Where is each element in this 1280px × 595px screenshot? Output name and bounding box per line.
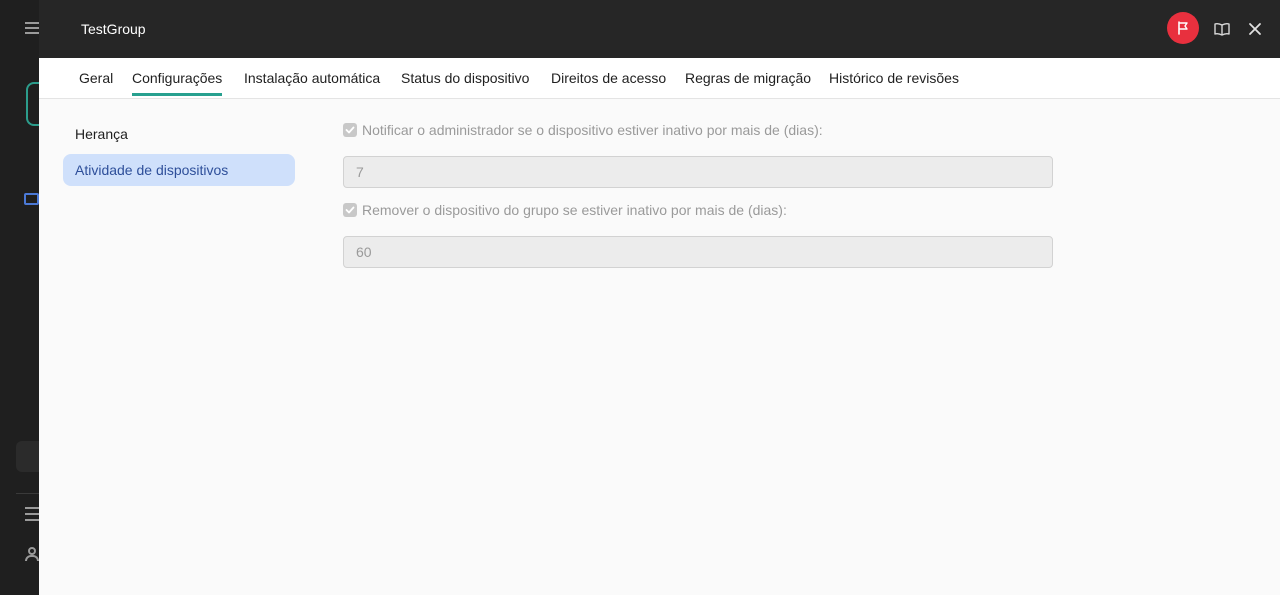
sliders-icon xyxy=(25,507,39,521)
user-icon xyxy=(25,547,39,561)
close-icon xyxy=(1249,23,1261,35)
remove-days-input[interactable]: 60 xyxy=(343,236,1053,268)
check-icon xyxy=(345,206,355,214)
tab-regras-de-migracao[interactable]: Regras de migração xyxy=(685,70,811,93)
flag-button[interactable] xyxy=(1167,12,1199,44)
sidebar-item-atividade-de-dispositivos[interactable]: Atividade de dispositivos xyxy=(63,154,295,186)
remove-device-label: Remover o dispositivo do grupo se estive… xyxy=(362,202,787,218)
divider xyxy=(16,493,39,494)
check-icon xyxy=(345,126,355,134)
tab-direitos-de-acesso[interactable]: Direitos de acesso xyxy=(551,70,666,93)
tab-status-do-dispositivo[interactable]: Status do dispositivo xyxy=(401,70,529,93)
tab-geral[interactable]: Geral xyxy=(79,70,113,93)
close-button[interactable] xyxy=(1245,19,1265,39)
dialog-title: TestGroup xyxy=(81,21,146,37)
monitor-icon xyxy=(24,193,39,205)
tab-instalacao-automatica[interactable]: Instalação automática xyxy=(244,70,380,93)
book-icon xyxy=(1214,22,1230,36)
dialog-titlebar: TestGroup xyxy=(39,0,1280,58)
notify-days-input[interactable]: 7 xyxy=(343,156,1053,188)
sidebar-item-heranca[interactable]: Herança xyxy=(63,118,295,150)
logo-icon xyxy=(26,82,39,126)
guide-button[interactable] xyxy=(1212,19,1232,39)
search-box xyxy=(16,441,39,472)
notify-admin-row: Notificar o administrador se o dispositi… xyxy=(343,122,823,138)
tab-historico-de-revisoes[interactable]: Histórico de revisões xyxy=(829,70,959,93)
background-app-sidebar xyxy=(0,0,39,595)
notify-admin-label: Notificar o administrador se o dispositi… xyxy=(362,122,823,138)
settings-sidebar: Herança Atividade de dispositivos xyxy=(63,120,295,294)
tab-configuracoes[interactable]: Configurações xyxy=(132,70,223,96)
menu-icon xyxy=(25,22,39,36)
tab-bar: Geral Configurações Instalação automátic… xyxy=(39,58,1280,99)
remove-device-checkbox[interactable] xyxy=(343,203,357,217)
flag-icon xyxy=(1178,21,1188,35)
remove-device-row: Remover o dispositivo do grupo se estive… xyxy=(343,202,787,218)
properties-dialog: TestGroup Geral Configurações Instalação… xyxy=(39,0,1280,595)
notify-admin-checkbox[interactable] xyxy=(343,123,357,137)
